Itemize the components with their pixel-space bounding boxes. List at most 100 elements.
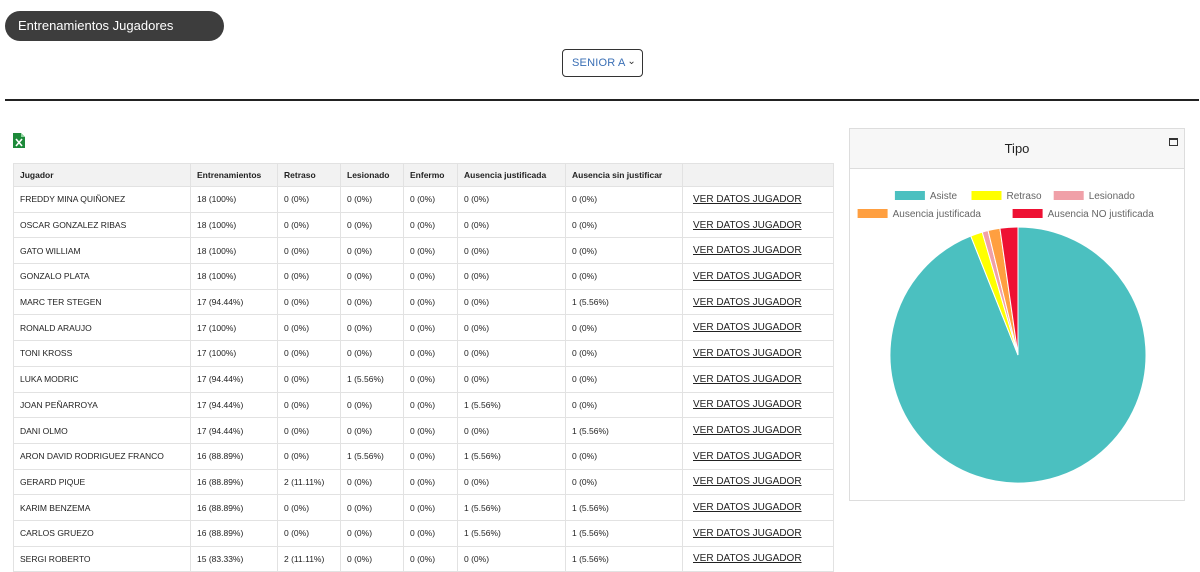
table-header-row: Jugador Entrenamientos Retraso Lesionado Enf…	[13, 163, 834, 187]
table-cell: 1 (5.56%)	[565, 494, 683, 521]
table-cell: 16 (88.89%)	[190, 468, 278, 496]
view-player-link[interactable]: VER DATOS JUGADOR	[682, 288, 834, 316]
table-cell: 18 (100%)	[190, 237, 278, 265]
table-row: GONZALO PLATA 18 (100%) 0 (0%) 0 (0%) 0 (0%)…	[13, 263, 834, 290]
player-name-cell: LUKA MODRIC	[13, 365, 191, 393]
excel-icon[interactable]	[13, 133, 25, 148]
table-cell: 0 (0%)	[340, 186, 404, 213]
collapse-icon[interactable]	[1169, 138, 1178, 146]
view-player-link[interactable]: VER DATOS JUGADOR	[682, 494, 834, 521]
player-name-cell: MARC TER STEGEN	[13, 288, 191, 316]
table-cell: 0 (0%)	[277, 237, 341, 265]
table-cell: 0 (0%)	[457, 417, 566, 444]
page-title: Entrenamientos Jugadores	[5, 11, 224, 41]
table-cell: 0 (0%)	[403, 391, 458, 419]
table-cell: 0 (0%)	[277, 417, 341, 444]
view-player-link[interactable]: VER DATOS JUGADOR	[682, 468, 834, 496]
legend-label[interactable]: Ausencia NO justificada	[1048, 209, 1155, 220]
table-cell: 1 (5.56%)	[565, 417, 683, 444]
table-cell: 0 (0%)	[565, 237, 683, 265]
view-player-link[interactable]: VER DATOS JUGADOR	[682, 340, 834, 367]
table-cell: 0 (0%)	[565, 442, 683, 470]
table-row: TONI KROSS 17 (100%) 0 (0%) 0 (0%) 0 (0%) 0 (…	[13, 340, 834, 367]
table-row: LUKA MODRIC 17 (94.44%) 0 (0%) 1 (5.56%) 0 (…	[13, 365, 834, 393]
table-cell: 1 (5.56%)	[457, 519, 566, 547]
view-player-link[interactable]: VER DATOS JUGADOR	[682, 391, 834, 419]
table-cell: 0 (0%)	[277, 442, 341, 470]
view-player-link[interactable]: VER DATOS JUGADOR	[682, 314, 834, 342]
players-table: Jugador Entrenamientos Retraso Lesionado Enf…	[13, 163, 834, 572]
table-cell: 0 (0%)	[457, 288, 566, 316]
view-player-link[interactable]: VER DATOS JUGADOR	[682, 186, 834, 213]
chart-header: Tipo	[850, 129, 1184, 169]
table-cell: 0 (0%)	[403, 288, 458, 316]
table-cell: 0 (0%)	[277, 186, 341, 213]
column-header: Entrenamientos	[190, 163, 278, 187]
table-row: SERGI ROBERTO 15 (83.33%) 2 (11.11%) 0 (0%)…	[13, 545, 834, 572]
table-cell: 0 (0%)	[340, 545, 404, 572]
legend-label[interactable]: Lesionado	[1089, 191, 1136, 202]
view-player-link[interactable]: VER DATOS JUGADOR	[682, 365, 834, 393]
table-cell: 0 (0%)	[565, 340, 683, 367]
view-player-link[interactable]: VER DATOS JUGADOR	[682, 211, 834, 239]
table-cell: 0 (0%)	[277, 365, 341, 393]
legend-swatch[interactable]	[857, 209, 888, 218]
table-row: OSCAR GONZALEZ RIBAS 18 (100%) 0 (0%) 0 (0%…	[13, 211, 834, 239]
player-name-cell: CARLOS GRUEZO	[13, 519, 191, 547]
table-cell: 0 (0%)	[403, 340, 458, 367]
table-cell: 1 (5.56%)	[340, 365, 404, 393]
table-cell: 0 (0%)	[403, 494, 458, 521]
table-cell: 0 (0%)	[403, 237, 458, 265]
table-cell: 0 (0%)	[277, 211, 341, 239]
legend-label[interactable]: Ausencia justificada	[893, 209, 982, 220]
player-name-cell: GONZALO PLATA	[13, 263, 191, 290]
player-name-cell: RONALD ARAUJO	[13, 314, 191, 342]
table-cell: 0 (0%)	[565, 468, 683, 496]
table-cell: 0 (0%)	[457, 263, 566, 290]
legend-swatch[interactable]	[894, 191, 925, 200]
player-name-cell: FREDDY MINA QUIÑONEZ	[13, 186, 191, 213]
table-cell: 0 (0%)	[277, 519, 341, 547]
table-cell: 17 (94.44%)	[190, 365, 278, 393]
team-select-value: SENIOR A	[572, 57, 626, 69]
table-cell: 16 (88.89%)	[190, 519, 278, 547]
legend-swatch[interactable]	[971, 191, 1002, 200]
table-cell: 0 (0%)	[340, 211, 404, 239]
view-player-link[interactable]: VER DATOS JUGADOR	[682, 519, 834, 547]
view-player-link[interactable]: VER DATOS JUGADOR	[682, 263, 834, 290]
legend-swatch[interactable]	[1012, 209, 1043, 218]
column-header: Enfermo	[403, 163, 458, 187]
legend-label[interactable]: Retraso	[1007, 191, 1042, 202]
chevron-down-icon: ⌄	[627, 56, 636, 67]
table-row: MARC TER STEGEN 17 (94.44%) 0 (0%) 0 (0%) 0 …	[13, 288, 834, 316]
table-cell: 17 (94.44%)	[190, 391, 278, 419]
table-cell: 0 (0%)	[457, 237, 566, 265]
view-player-link[interactable]: VER DATOS JUGADOR	[682, 442, 834, 470]
table-cell: 0 (0%)	[403, 365, 458, 393]
table-cell: 0 (0%)	[340, 468, 404, 496]
table-cell: 0 (0%)	[457, 545, 566, 572]
table-cell: 0 (0%)	[340, 340, 404, 367]
table-cell: 18 (100%)	[190, 211, 278, 239]
table-cell: 0 (0%)	[277, 340, 341, 367]
view-player-link[interactable]: VER DATOS JUGADOR	[682, 545, 834, 572]
column-header: Lesionado	[340, 163, 404, 187]
table-cell: 0 (0%)	[403, 314, 458, 342]
legend-swatch[interactable]	[1053, 191, 1084, 200]
table-row: CARLOS GRUEZO 16 (88.89%) 0 (0%) 0 (0%) 0 (0…	[13, 519, 834, 547]
legend-label[interactable]: Asiste	[930, 191, 958, 202]
team-select[interactable]: SENIOR A ⌄	[562, 49, 643, 77]
player-name-cell: DANI OLMO	[13, 417, 191, 444]
table-cell: 17 (94.44%)	[190, 417, 278, 444]
table-row: RONALD ARAUJO 17 (100%) 0 (0%) 0 (0%) 0 (0%)…	[13, 314, 834, 342]
table-cell: 16 (88.89%)	[190, 494, 278, 521]
column-header	[682, 163, 834, 187]
view-player-link[interactable]: VER DATOS JUGADOR	[682, 417, 834, 444]
view-player-link[interactable]: VER DATOS JUGADOR	[682, 237, 834, 265]
table-row: ARON DAVID RODRIGUEZ FRANCO 16 (88.89%) 0 …	[13, 442, 834, 470]
table-cell: 0 (0%)	[340, 391, 404, 419]
table-cell: 0 (0%)	[403, 442, 458, 470]
player-name-cell: JOAN PEÑARROYA	[13, 391, 191, 419]
header-divider	[5, 99, 1199, 101]
table-cell: 0 (0%)	[457, 340, 566, 367]
